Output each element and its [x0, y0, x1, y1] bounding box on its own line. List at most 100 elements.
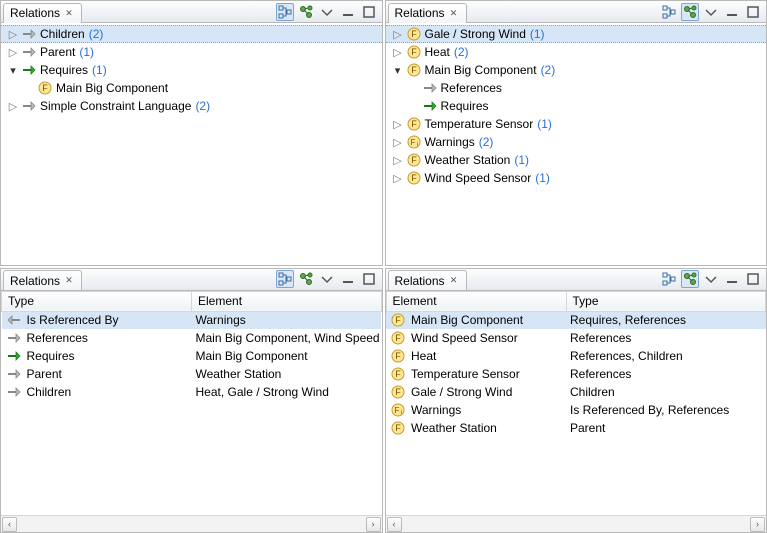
tree-view-icon[interactable]: [660, 3, 678, 21]
cell-text: Warnings: [411, 403, 461, 417]
scroll-left-icon[interactable]: ‹: [387, 517, 402, 532]
feat-i-icon: [406, 134, 422, 150]
view-toolbar: [660, 3, 764, 21]
column-header[interactable]: Element: [386, 291, 566, 311]
graph-view-icon[interactable]: [681, 3, 699, 21]
tree-item[interactable]: Main Big Component: [1, 79, 382, 97]
feat-icon: [390, 312, 406, 328]
tree-view-icon[interactable]: [660, 270, 678, 288]
column-header[interactable]: Type: [2, 291, 192, 311]
table-row[interactable]: RequiresMain Big Component: [2, 347, 382, 365]
close-icon[interactable]: ✕: [450, 277, 458, 285]
cell-text: Gale / Strong Wind: [411, 385, 512, 399]
table-row[interactable]: Temperature SensorReferences: [386, 365, 766, 383]
expand-icon[interactable]: ▷: [5, 100, 21, 113]
relations-table[interactable]: Element Type Main Big ComponentRequires,…: [386, 291, 767, 438]
expand-icon[interactable]: ▷: [390, 118, 406, 131]
maximize-icon[interactable]: [360, 3, 378, 21]
tab-relations[interactable]: Relations ✕: [388, 270, 467, 290]
expand-icon[interactable]: ▷: [390, 154, 406, 167]
view-menu-icon[interactable]: [318, 3, 336, 21]
cell-text: Requires: [27, 349, 75, 363]
tree-item[interactable]: ▷ Simple Constraint Language(2): [1, 97, 382, 115]
expand-icon[interactable]: ▷: [390, 136, 406, 149]
tree-item[interactable]: Requires: [386, 97, 767, 115]
cell-text: Is Referenced By: [27, 313, 119, 327]
tree-view-icon[interactable]: [276, 3, 294, 21]
cell-text: Warnings: [196, 313, 246, 327]
close-icon[interactable]: ✕: [450, 9, 458, 17]
tree-item[interactable]: ▷Gale / Strong Wind(1): [386, 25, 767, 43]
tree-item[interactable]: ▾Requires(1): [1, 61, 382, 79]
maximize-icon[interactable]: [744, 270, 762, 288]
graph-view-icon[interactable]: [297, 270, 315, 288]
table-row[interactable]: Weather StationParent: [386, 419, 766, 437]
table-row[interactable]: ChildrenHeat, Gale / Strong Wind: [2, 383, 382, 401]
tree-item-count: (1): [511, 153, 529, 167]
scroll-right-icon[interactable]: ›: [366, 517, 381, 532]
collapse-icon[interactable]: ▾: [390, 64, 406, 77]
tree-item-count: (2): [451, 45, 469, 59]
view-menu-icon[interactable]: [318, 270, 336, 288]
horizontal-scrollbar[interactable]: ‹ ›: [1, 515, 382, 532]
maximize-icon[interactable]: [360, 270, 378, 288]
expand-icon[interactable]: ▷: [5, 46, 21, 59]
pane-top-right: Relations ✕ ▷Gale / Strong Wind(1)▷Heat(…: [385, 0, 767, 266]
relations-tree[interactable]: ▷Gale / Strong Wind(1)▷Heat(2)▾Main Big …: [386, 23, 767, 265]
table-row[interactable]: Gale / Strong WindChildren: [386, 383, 766, 401]
graph-view-icon[interactable]: [681, 270, 699, 288]
tab-relations[interactable]: Relations ✕: [3, 270, 82, 290]
rel-gray-icon: [21, 44, 37, 60]
tree-item[interactable]: ▷Parent(1): [1, 43, 382, 61]
table-row[interactable]: Is Referenced By Warnings: [2, 311, 382, 329]
scroll-right-icon[interactable]: ›: [750, 517, 765, 532]
table-row[interactable]: Main Big ComponentRequires, References: [386, 311, 766, 329]
view-menu-icon[interactable]: [702, 270, 720, 288]
table-row[interactable]: ParentWeather Station: [2, 365, 382, 383]
tree-item[interactable]: References: [386, 79, 767, 97]
tree-item[interactable]: ▷Temperature Sensor(1): [386, 115, 767, 133]
tree-item-label: Warnings: [424, 135, 476, 149]
close-icon[interactable]: ✕: [65, 9, 73, 17]
tree-item[interactable]: ▷Heat(2): [386, 43, 767, 61]
tabbar: Relations ✕: [386, 269, 767, 291]
table-row[interactable]: WarningsIs Referenced By, References: [386, 401, 766, 419]
table-row[interactable]: ReferencesMain Big Component, Wind Speed…: [2, 329, 382, 347]
cell-text: Main Big Component, Wind Speed Se: [196, 331, 382, 345]
tree-item-count: (2): [192, 99, 210, 113]
cell-text: References, Children: [570, 349, 683, 363]
tree-item-label: Main Big Component: [55, 81, 169, 95]
minimize-icon[interactable]: [339, 3, 357, 21]
expand-icon[interactable]: ▷: [5, 28, 21, 41]
horizontal-scrollbar[interactable]: ‹ ›: [386, 515, 767, 532]
graph-view-icon[interactable]: [297, 3, 315, 21]
tree-item-label: Weather Station: [424, 153, 512, 167]
minimize-icon[interactable]: [723, 270, 741, 288]
minimize-icon[interactable]: [723, 3, 741, 21]
table-row[interactable]: Wind Speed SensorReferences: [386, 329, 766, 347]
minimize-icon[interactable]: [339, 270, 357, 288]
tree-item[interactable]: ▷Warnings(2): [386, 133, 767, 151]
tab-relations[interactable]: Relations ✕: [388, 3, 467, 23]
collapse-icon[interactable]: ▾: [5, 64, 21, 77]
tree-item-label: Simple Constraint Language: [39, 99, 192, 113]
tree-item[interactable]: ▷Children(2): [1, 25, 382, 43]
table-row[interactable]: HeatReferences, Children: [386, 347, 766, 365]
expand-icon[interactable]: ▷: [390, 172, 406, 185]
maximize-icon[interactable]: [744, 3, 762, 21]
column-header[interactable]: Element: [192, 291, 382, 311]
view-menu-icon[interactable]: [702, 3, 720, 21]
tree-item[interactable]: ▷ Weather Station(1): [386, 151, 767, 169]
relations-table[interactable]: Type Element Is Referenced By Warnings Ref…: [1, 291, 382, 402]
cell-text: Weather Station: [411, 421, 497, 435]
expand-icon[interactable]: ▷: [390, 46, 406, 59]
tree-item[interactable]: ▷Wind Speed Sensor(1): [386, 169, 767, 187]
column-header[interactable]: Type: [566, 291, 766, 311]
tree-view-icon[interactable]: [276, 270, 294, 288]
tab-relations[interactable]: Relations ✕: [3, 3, 82, 23]
tree-item[interactable]: ▾Main Big Component(2): [386, 61, 767, 79]
relations-tree[interactable]: ▷Children(2)▷Parent(1)▾Requires(1) Main B…: [1, 23, 382, 265]
expand-icon[interactable]: ▷: [390, 28, 406, 41]
scroll-left-icon[interactable]: ‹: [2, 517, 17, 532]
close-icon[interactable]: ✕: [65, 277, 73, 285]
